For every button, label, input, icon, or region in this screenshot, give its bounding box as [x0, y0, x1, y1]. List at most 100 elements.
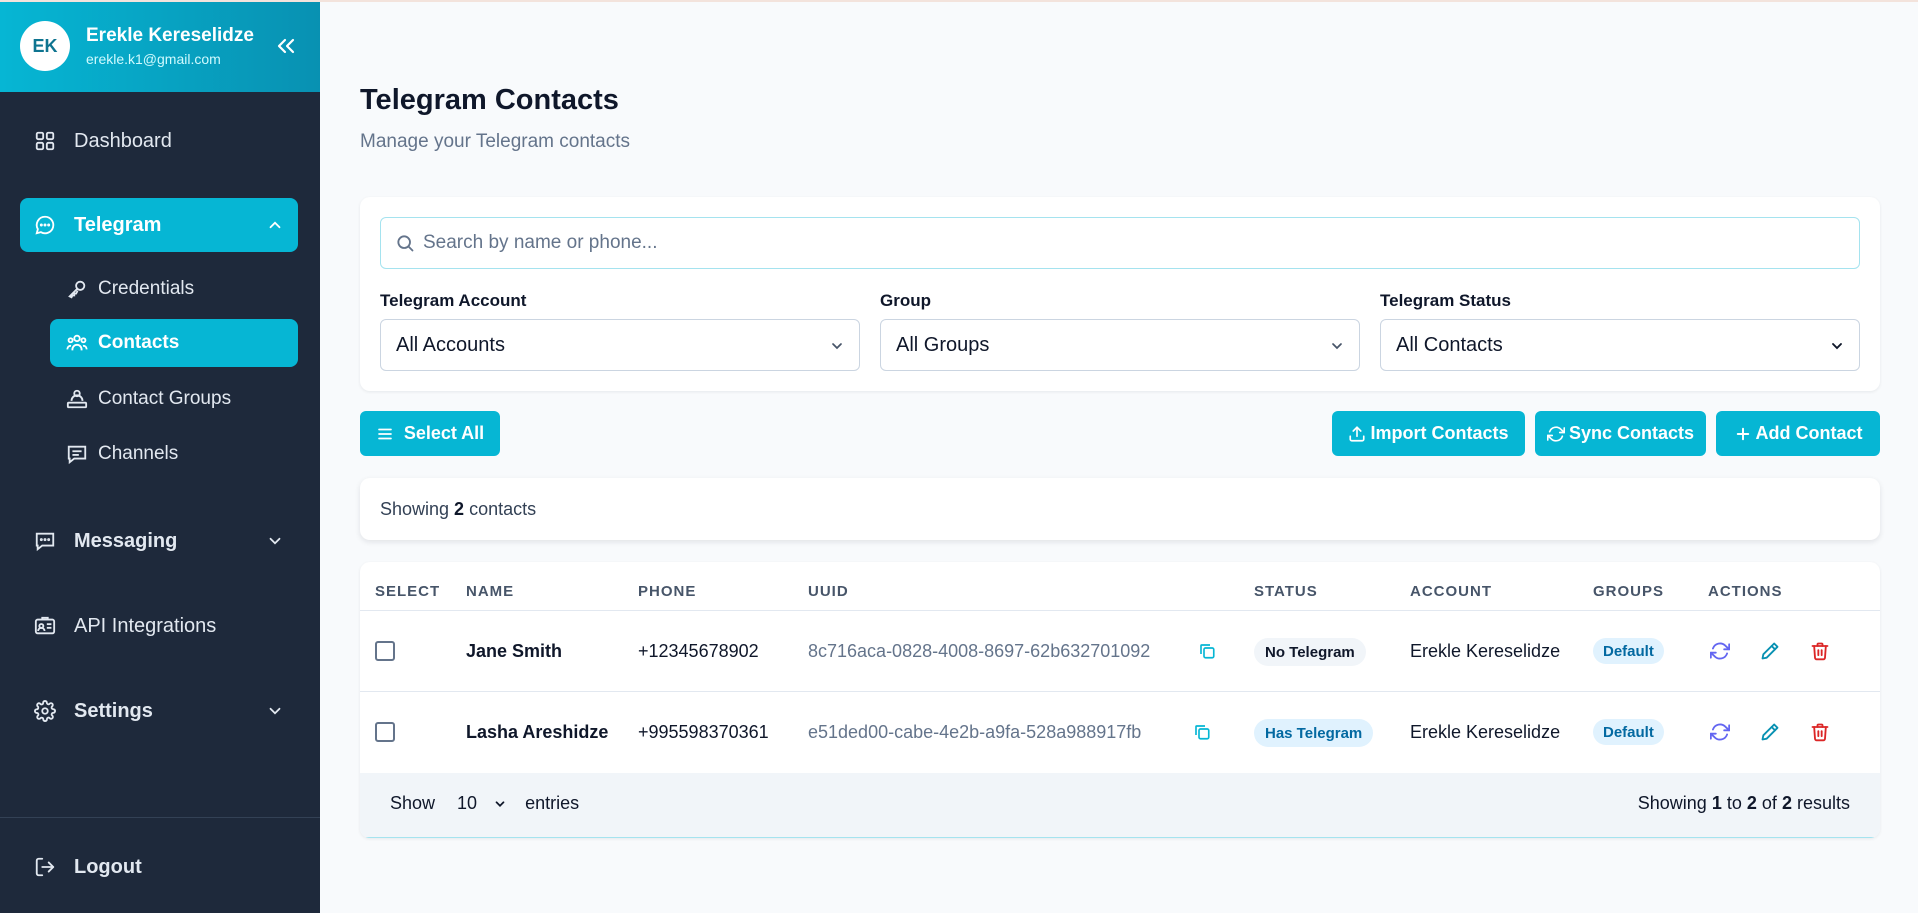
- status-filter-value: All Contacts: [1396, 333, 1503, 356]
- select-all-button[interactable]: Select All: [360, 411, 500, 456]
- group-badge: Default: [1593, 719, 1664, 745]
- show-label: Show: [390, 793, 436, 813]
- page-subtitle: Manage your Telegram contacts: [360, 131, 631, 152]
- user-profile-header: EK Erekle Kereselidze erekle.k1@gmail.co…: [0, 0, 320, 92]
- collapse-sidebar-icon[interactable]: [274, 34, 298, 58]
- sidebar-item-contacts[interactable]: Contacts: [50, 319, 298, 367]
- contact-phone: +995598370361: [638, 721, 769, 742]
- sidebar-item-dashboard[interactable]: Dashboard: [20, 114, 298, 168]
- entries-per-page-select[interactable]: 10: [457, 793, 507, 814]
- upload-icon: [1349, 425, 1366, 442]
- sidebar-item-telegram[interactable]: Telegram: [20, 198, 298, 252]
- row-select-checkbox[interactable]: [375, 641, 395, 661]
- search-input[interactable]: [423, 232, 1823, 254]
- chevron-down-icon: [495, 800, 505, 807]
- contact-phone: +12345678902: [638, 640, 759, 661]
- sidebar-item-label: Contacts: [98, 332, 180, 353]
- results-prefix: Showing: [1637, 793, 1707, 813]
- account-filter-label: Telegram Account: [380, 291, 527, 310]
- page-size-control: Show 10 entries: [390, 793, 579, 814]
- add-contact-label: Add Contact: [1755, 423, 1863, 443]
- account-filter-select[interactable]: All Accounts: [380, 319, 860, 371]
- column-header-name: NAME: [466, 582, 515, 600]
- sidebar-item-settings[interactable]: Settings: [20, 684, 298, 738]
- column-header-account: ACCOUNT: [1410, 582, 1492, 600]
- results-word: results: [1796, 793, 1850, 813]
- main-content: Telegram Contacts Manage your Telegram c…: [320, 0, 1918, 913]
- sync-contacts-label: Sync Contacts: [1568, 423, 1695, 443]
- user-email: erekle.k1@gmail.com: [86, 51, 221, 67]
- sync-contact-icon[interactable]: [1710, 722, 1730, 742]
- status-filter-select[interactable]: All Contacts: [1380, 319, 1860, 371]
- plus-icon: [1736, 427, 1749, 440]
- sync-contact-icon[interactable]: [1710, 641, 1730, 661]
- search-icon: [397, 235, 414, 252]
- key-icon: [68, 280, 86, 299]
- sidebar-divider: [0, 817, 320, 818]
- user-group-icon: [66, 389, 88, 409]
- message-square-icon: [67, 445, 87, 465]
- user-info: Erekle Kereselidze erekle.k1@gmail.com: [86, 25, 254, 67]
- page-title: Telegram Contacts: [360, 84, 619, 116]
- chevron-down-icon: [269, 537, 281, 545]
- table-footer: Show 10 entries Showing 1 to 2 of 2 resu…: [360, 773, 1880, 838]
- results-from: 1: [1711, 793, 1722, 813]
- copy-icon[interactable]: [1193, 723, 1211, 741]
- entries-label: entries: [525, 793, 580, 813]
- sidebar-item-label: Messaging: [74, 529, 178, 552]
- group-filter-select[interactable]: All Groups: [880, 319, 1360, 371]
- chat-bubble-icon: [35, 215, 55, 235]
- sidebar-item-api-integrations[interactable]: API Integrations: [20, 599, 298, 653]
- users-icon: [66, 334, 88, 351]
- sidebar-item-label: Telegram: [74, 213, 162, 236]
- import-contacts-button[interactable]: Import Contacts: [1332, 411, 1525, 456]
- sidebar-item-label: Credentials: [98, 278, 195, 299]
- chevron-down-icon: [832, 343, 842, 350]
- column-header-uuid: UUID: [808, 582, 849, 600]
- row-divider: [360, 691, 1880, 692]
- sidebar-item-label: Dashboard: [74, 129, 172, 152]
- filter-panel: Telegram Account All Accounts Group All …: [360, 197, 1880, 391]
- column-header-status: STATUS: [1254, 582, 1318, 600]
- contact-name: Jane Smith: [466, 640, 563, 661]
- chevron-down-icon: [1832, 343, 1842, 350]
- column-header-select: SELECT: [375, 582, 441, 600]
- column-header-groups: GROUPS: [1593, 582, 1665, 600]
- entries-per-page-value: 10: [457, 793, 478, 813]
- message-dots-icon: [35, 532, 55, 552]
- sidebar-item-credentials[interactable]: Credentials: [50, 265, 298, 313]
- row-select-checkbox[interactable]: [375, 722, 395, 742]
- results-to-word: to: [1726, 793, 1742, 813]
- contact-account: Erekle Kereselidze: [1410, 640, 1561, 661]
- sidebar: EK Erekle Kereselidze erekle.k1@gmail.co…: [0, 0, 320, 913]
- contact-uuid: 8c716aca-0828-4008-8697-62b632701092: [808, 640, 1151, 661]
- group-badge: Default: [1593, 638, 1664, 664]
- sidebar-item-label: Settings: [74, 699, 153, 722]
- sidebar-item-channels[interactable]: Channels: [50, 430, 298, 478]
- chevron-up-icon: [269, 221, 281, 229]
- status-filter-label: Telegram Status: [1380, 291, 1512, 310]
- edit-pencil-icon[interactable]: [1760, 641, 1780, 661]
- group-filter-value: All Groups: [896, 333, 990, 356]
- list-icon: [377, 428, 392, 439]
- add-contact-button[interactable]: Add Contact: [1716, 411, 1880, 456]
- contact-uuid: e51ded00-cabe-4e2b-a9fa-528a988917fb: [808, 721, 1142, 742]
- sidebar-item-messaging[interactable]: Messaging: [20, 514, 298, 568]
- sidebar-item-contact-groups[interactable]: Contact Groups: [50, 375, 298, 423]
- user-name: Erekle Kereselidze: [86, 25, 254, 46]
- id-card-icon: [34, 616, 56, 635]
- copy-icon[interactable]: [1198, 642, 1216, 660]
- logout-button[interactable]: Logout: [20, 840, 298, 894]
- import-contacts-label: Import Contacts: [1370, 423, 1509, 443]
- logout-icon: [35, 857, 55, 877]
- top-border-line: [0, 0, 1918, 2]
- edit-pencil-icon[interactable]: [1760, 722, 1780, 742]
- trash-icon[interactable]: [1810, 722, 1830, 742]
- logout-label: Logout: [74, 855, 142, 878]
- trash-icon[interactable]: [1810, 641, 1830, 661]
- sidebar-item-label: API Integrations: [74, 614, 217, 637]
- sync-contacts-button[interactable]: Sync Contacts: [1535, 411, 1706, 456]
- summary-prefix: Showing: [380, 498, 450, 519]
- results-of-word: of: [1761, 793, 1777, 813]
- summary-count: 2: [454, 498, 465, 519]
